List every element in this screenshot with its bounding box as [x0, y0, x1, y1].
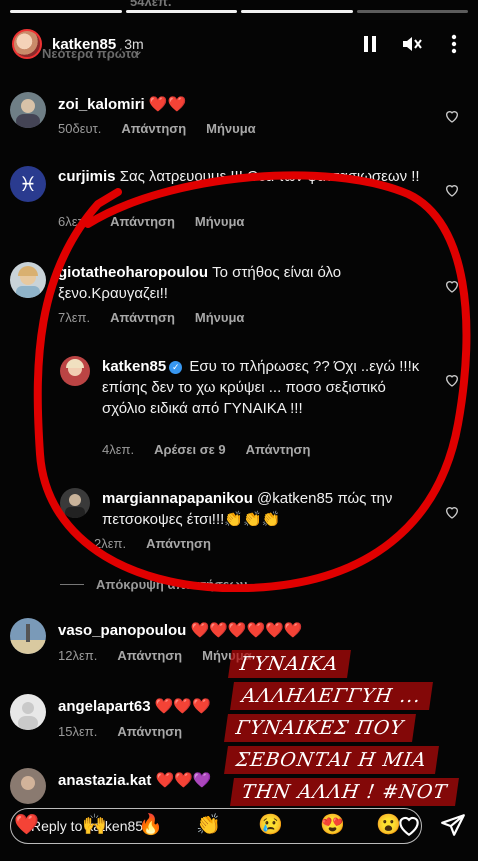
divider — [60, 584, 84, 585]
avatar[interactable] — [10, 694, 46, 730]
progress-segment — [241, 10, 353, 13]
comment-time: 6λεπ. — [58, 214, 91, 229]
reply-placeholder: Reply to katken85... — [31, 818, 155, 834]
pause-icon[interactable] — [358, 32, 382, 56]
comment-username[interactable]: anastazia.kat — [58, 772, 151, 789]
svg-text:♓: ♓ — [19, 172, 37, 196]
avatar[interactable]: ♓ — [10, 166, 46, 202]
avatar[interactable] — [12, 29, 42, 59]
reply-button[interactable]: Απάντηση — [246, 442, 311, 457]
message-button[interactable]: Μήνυμα — [195, 310, 245, 325]
comment-text: Σας λατρευουμε !!! Θεα των φαντασιωσεων … — [119, 168, 420, 185]
like-story-heart-icon[interactable] — [396, 812, 422, 838]
avatar[interactable] — [10, 92, 46, 128]
comment-time: 2λεπ. — [94, 536, 127, 551]
comment-username[interactable]: curjimis — [58, 168, 116, 185]
story-progress — [10, 10, 468, 13]
chevron-down-icon: ⌄ — [132, 42, 144, 58]
send-icon[interactable] — [440, 812, 466, 838]
comment-username[interactable]: zoi_kalomiri — [58, 96, 145, 113]
comment-time: 4λεπ. — [102, 442, 135, 457]
overlay-text-line: ΓΥΝΑΙΚΕΣ ΠΟΥ — [224, 714, 416, 742]
avatar[interactable] — [10, 262, 46, 298]
progress-segment — [10, 10, 122, 13]
message-button[interactable]: Μήνυμα — [195, 214, 245, 229]
hide-replies-button[interactable]: Απόκρυψη απαντήσεων — [60, 577, 247, 592]
more-options-icon[interactable] — [442, 32, 466, 56]
mute-icon[interactable] — [400, 32, 424, 56]
hide-replies-label: Απόκρυψη απαντήσεων — [96, 577, 248, 592]
progress-segment-active — [356, 10, 468, 13]
reply-button[interactable]: Απάντηση — [121, 121, 186, 136]
comment-time: 12λεπ. — [58, 648, 98, 663]
overlay-text-line: ΤΗΝ ΑΛΛΗ ! #NOT — [230, 778, 460, 806]
overlay-text-line: ΓΥΝΑΙΚΑ — [228, 650, 351, 678]
comment-time: 15λεπ. — [58, 724, 98, 739]
reply-button[interactable]: Απάντηση — [110, 214, 175, 229]
like-heart-icon[interactable] — [444, 372, 460, 388]
like-heart-icon[interactable] — [444, 108, 460, 124]
comment-time: 50δευτ. — [58, 121, 102, 136]
comment-text: ❤️❤️❤️ — [154, 698, 211, 715]
comment-username[interactable]: margiannapapanikou — [102, 490, 253, 507]
avatar[interactable] — [10, 768, 46, 804]
verified-badge-icon: ✓ — [169, 361, 183, 374]
reply-input[interactable]: Reply to katken85... — [10, 808, 422, 844]
likes-count[interactable]: Αρέσει σε 9 — [154, 442, 226, 457]
comment-username[interactable]: angelapart63 — [58, 698, 151, 715]
avatar[interactable] — [10, 618, 46, 654]
like-heart-icon[interactable] — [444, 278, 460, 294]
message-button[interactable]: Μήνυμα — [206, 121, 256, 136]
like-heart-icon[interactable] — [444, 504, 460, 520]
overlay-text-line: ΣΕΒΟΝΤΑΙ Η ΜΙΑ — [224, 746, 439, 774]
ghost-text: 54λεπ. — [130, 0, 172, 9]
reply-button[interactable]: Απάντηση — [117, 648, 182, 663]
comment-time: 7λεπ. — [58, 310, 91, 325]
comment-text: ❤️❤️💜 — [155, 772, 212, 789]
comment-text: ❤️❤️ — [148, 96, 187, 113]
avatar[interactable] — [60, 488, 90, 518]
comment-text: ❤️❤️❤️❤️❤️❤️ — [190, 622, 303, 639]
reply-button[interactable]: Απάντηση — [110, 310, 175, 325]
reply-button[interactable]: Απάντηση — [117, 724, 182, 739]
avatar[interactable] — [60, 356, 90, 386]
overlay-text-line: ΑΛΛΗΛΕΓΓΥΗ ... — [230, 682, 433, 710]
like-heart-icon[interactable] — [444, 182, 460, 198]
progress-segment — [125, 10, 237, 13]
comment-username[interactable]: katken85 — [102, 358, 166, 375]
comment-username[interactable]: giotatheoharopoulou — [58, 264, 208, 281]
reply-button[interactable]: Απάντηση — [146, 536, 211, 551]
sort-label[interactable]: Νεότερα πρώτα — [42, 46, 139, 61]
comment-username[interactable]: vaso_panopoulou — [58, 622, 186, 639]
